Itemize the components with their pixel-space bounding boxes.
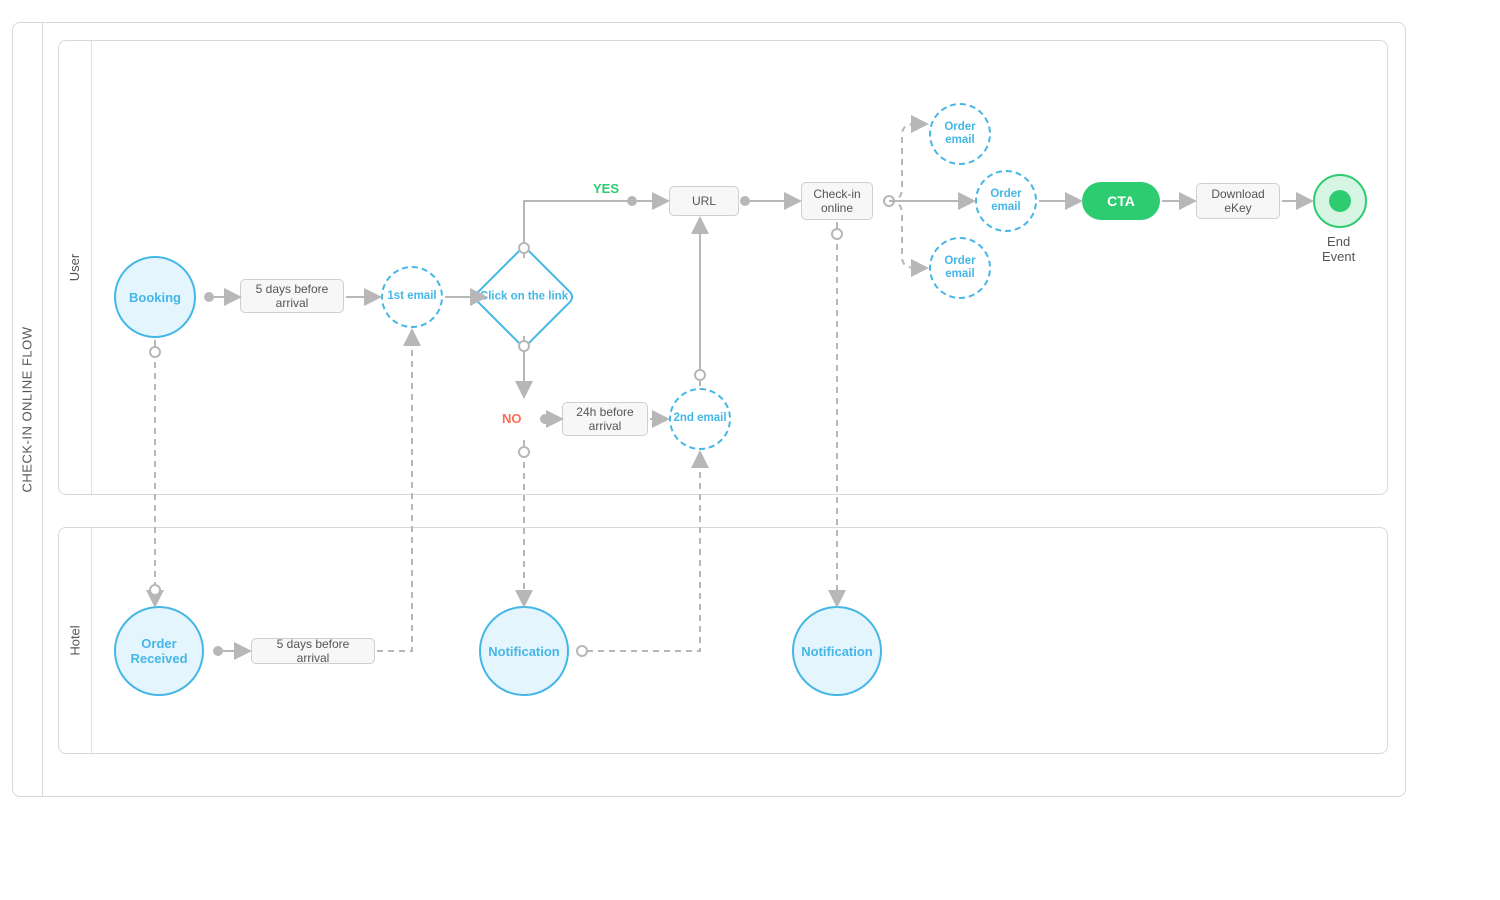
label-yes: YES	[593, 181, 619, 196]
label-no: NO	[502, 411, 522, 426]
lane-hotel-label: Hotel	[67, 625, 82, 655]
end-event-label: End Event	[1322, 235, 1355, 265]
lane-hotel: Hotel	[58, 527, 1388, 754]
lane-user-title: User	[59, 41, 92, 494]
lane-hotel-title: Hotel	[59, 528, 92, 753]
pool-title: CHECK-IN ONLINE FLOW	[12, 23, 43, 796]
pool-title-label: CHECK-IN ONLINE FLOW	[20, 326, 35, 492]
lane-user: User	[58, 40, 1388, 495]
gateway-click-link-label: Click on the link	[479, 290, 569, 303]
gateway-click-link: Click on the link	[487, 260, 561, 334]
lane-user-label: User	[67, 254, 82, 281]
